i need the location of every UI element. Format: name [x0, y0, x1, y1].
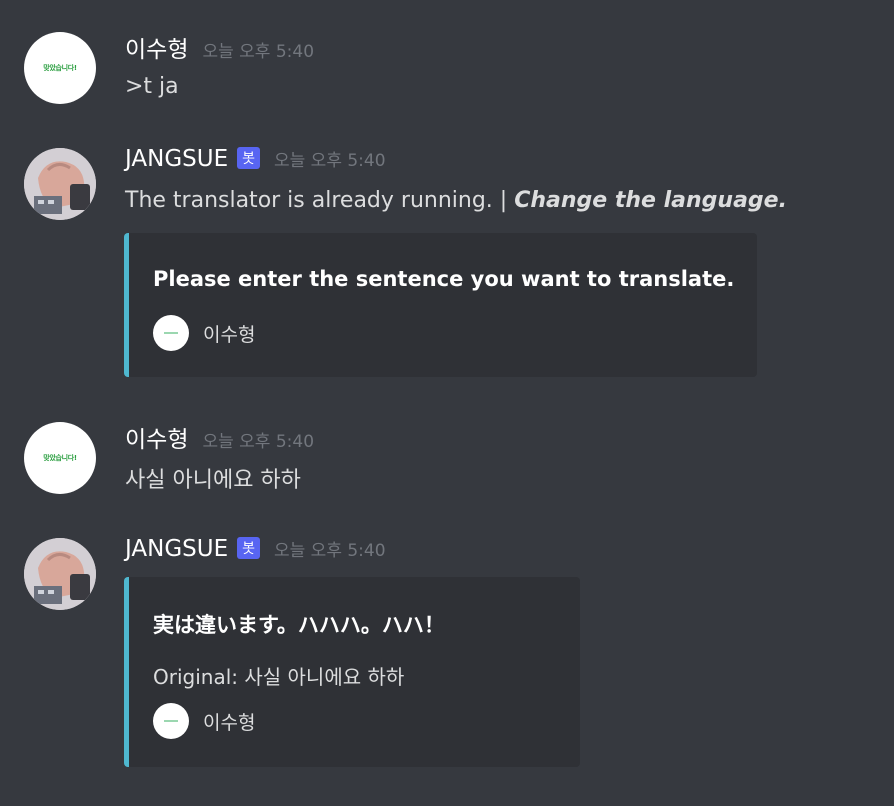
embed-title: 実は違います。ハハハ。ハハ！ [153, 613, 445, 637]
message-content: 사실 아니에요 하하 [125, 468, 301, 493]
footer-avatar-icon [153, 315, 189, 351]
hand-icon [24, 148, 96, 220]
message-header: JANGSUE 봇 오늘 오후 5:40 [125, 536, 386, 562]
embed-footer: 이수형 [153, 315, 255, 351]
avatar-text: 맞았습니다! [43, 64, 77, 72]
footer-text: 이수형 [203, 711, 256, 734]
message-header: 이수형 오늘 오후 5:40 [125, 420, 314, 454]
message-text: The translator is already running. [125, 188, 500, 213]
bot-badge: 봇 [237, 147, 260, 169]
timestamp: 오늘 오후 5:40 [202, 42, 315, 62]
separator: | [499, 188, 515, 213]
embed-description: Original: 사실 아니에요 하하 [153, 665, 405, 689]
author-name[interactable]: JANGSUE [125, 536, 228, 562]
footer-avatar-icon [153, 703, 189, 739]
message-header: 이수형 오늘 오후 5:40 [125, 30, 314, 64]
timestamp: 오늘 오후 5:40 [202, 432, 315, 452]
author-name[interactable]: 이수형 [125, 30, 188, 64]
message-header: JANGSUE 봇 오늘 오후 5:40 [125, 146, 386, 172]
bot-badge: 봇 [237, 537, 260, 559]
timestamp: 오늘 오후 5:40 [274, 541, 386, 561]
author-name[interactable]: 이수형 [125, 420, 188, 454]
embed: 実は違います。ハハハ。ハハ！ Original: 사실 아니에요 하하 이수형 [124, 577, 580, 767]
message-content: The translator is already running. | Cha… [125, 188, 787, 213]
user-avatar[interactable]: 맞았습니다! [24, 32, 96, 104]
bot-avatar[interactable] [24, 148, 96, 220]
footer-text: 이수형 [203, 323, 256, 346]
hand-icon [24, 538, 96, 610]
embed-footer: 이수형 [153, 703, 255, 739]
avatar-text: 맞았습니다! [43, 454, 77, 462]
bot-avatar[interactable] [24, 538, 96, 610]
timestamp: 오늘 오후 5:40 [274, 151, 386, 171]
change-language-text: Change the language. [514, 188, 787, 213]
message-content: >t ja [125, 74, 179, 99]
embed: Please enter the sentence you want to tr… [124, 233, 757, 377]
embed-title: Please enter the sentence you want to tr… [153, 267, 735, 291]
author-name[interactable]: JANGSUE [125, 146, 228, 172]
user-avatar[interactable]: 맞았습니다! [24, 422, 96, 494]
